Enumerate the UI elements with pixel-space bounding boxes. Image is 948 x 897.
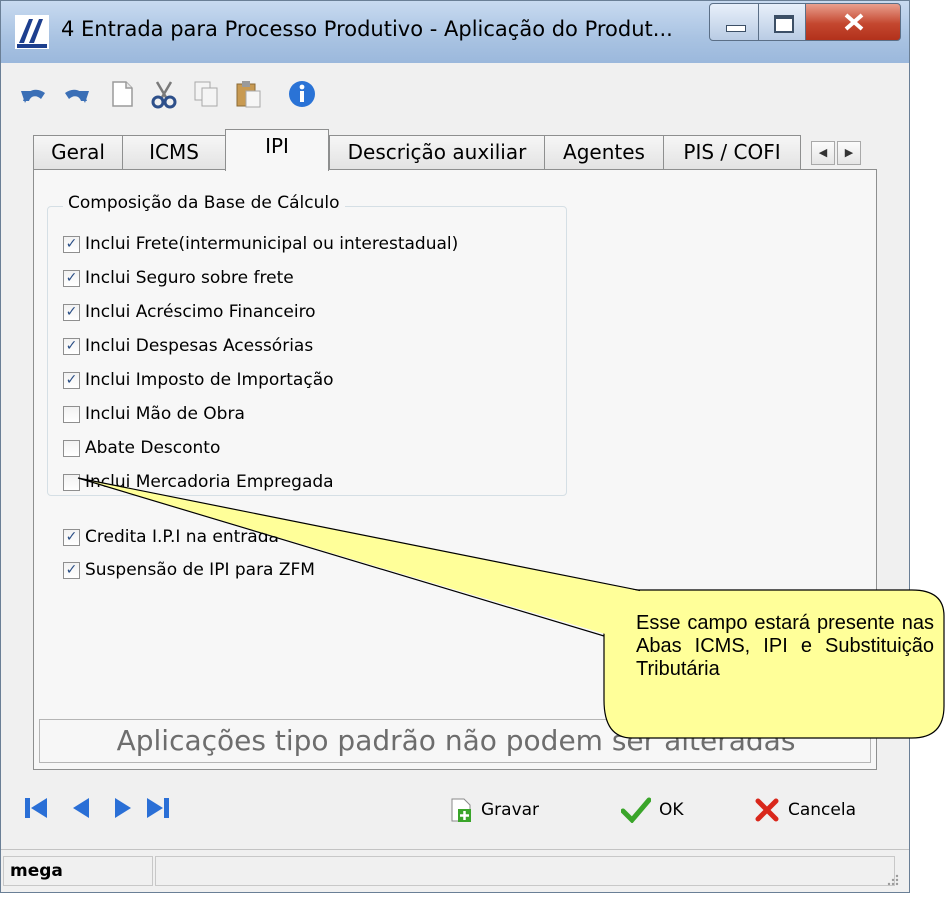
tab-scroll-right-button[interactable]: ▶ (837, 141, 861, 165)
maximize-icon (774, 15, 794, 33)
ok-button[interactable]: OK (621, 795, 684, 825)
checkbox-label: Credita I.P.I na entrada (85, 527, 279, 547)
save-button-label: Gravar (481, 800, 540, 820)
tab-ipi[interactable]: IPI (225, 129, 329, 171)
checkbox-checked-icon[interactable]: ✓ (63, 269, 80, 287)
tab-pis-cofins[interactable]: PIS / COFI (663, 135, 801, 169)
status-bar: mega (1, 849, 909, 892)
checkbox-checked-icon[interactable]: ✓ (63, 303, 80, 321)
composicao-checkbox-6[interactable]: Abate Desconto (63, 436, 220, 460)
ipi-option-checkbox-0[interactable]: ✓ Credita I.P.I na entrada (63, 525, 279, 549)
checkbox-label: Inclui Mercadoria Empregada (85, 472, 334, 492)
composicao-checkbox-4[interactable]: ✓ Inclui Imposto de Importação (63, 368, 334, 392)
undo-icon[interactable] (19, 79, 49, 109)
composicao-checkbox-0[interactable]: ✓ Inclui Frete(intermunicipal ou interest… (63, 232, 458, 256)
info-icon[interactable] (287, 79, 317, 109)
checkbox-checked-icon[interactable]: ✓ (63, 371, 80, 389)
ipi-option-checkbox-1[interactable]: ✓ Suspensão de IPI para ZFM (63, 558, 315, 582)
close-icon (844, 13, 864, 31)
checkbox-label: Suspensão de IPI para ZFM (85, 560, 315, 580)
ok-button-label: OK (659, 800, 684, 820)
minimize-button[interactable] (709, 3, 759, 41)
group-title: Composição da Base de Cálculo (63, 193, 345, 213)
app-logo-icon (15, 15, 49, 49)
tab-geral[interactable]: Geral (33, 135, 123, 169)
checkbox-label: Abate Desconto (85, 438, 221, 458)
checkbox-checked-icon[interactable]: ✓ (63, 561, 80, 579)
status-message: Aplicações tipo padrão não podem ser alt… (116, 724, 796, 757)
composicao-checkbox-7[interactable]: Inclui Mercadoria Empregada (63, 470, 334, 494)
redo-icon[interactable] (61, 79, 91, 109)
next-record-icon[interactable] (109, 795, 135, 821)
paste-icon[interactable] (233, 79, 263, 109)
checkbox-label: Inclui Imposto de Importação (85, 370, 334, 390)
previous-record-icon[interactable] (69, 795, 95, 821)
status-message-box: Aplicações tipo padrão não podem ser alt… (39, 719, 871, 763)
checkbox-label: Inclui Acréscimo Financeiro (85, 302, 316, 322)
checkbox-checked-icon[interactable]: ✓ (63, 235, 80, 253)
cut-icon[interactable] (149, 79, 179, 109)
minimize-icon (726, 25, 746, 32)
checkbox-label: Inclui Mão de Obra (85, 404, 245, 424)
navigation-bar: Gravar OK Cancela (1, 777, 909, 841)
tab-strip: Geral ICMS IPI Descrição auxiliar Agente… (33, 129, 873, 171)
composicao-checkbox-5[interactable]: Inclui Mão de Obra (63, 402, 245, 426)
checkbox-label: Inclui Despesas Acessórias (85, 336, 314, 356)
maximize-button[interactable] (758, 3, 806, 41)
tab-descricao-auxiliar[interactable]: Descrição auxiliar (329, 135, 545, 169)
first-record-icon[interactable] (23, 795, 49, 821)
checkbox-label: Inclui Seguro sobre frete (85, 268, 294, 288)
callout-text: Esse campo estará presente nas Abas ICMS… (636, 612, 934, 680)
save-button[interactable]: Gravar (449, 795, 539, 825)
composicao-checkbox-3[interactable]: ✓ Inclui Despesas Acessórias (63, 334, 313, 358)
cancel-button[interactable]: Cancela (754, 795, 856, 825)
title-bar[interactable]: 4 Entrada para Processo Produtivo - Apli… (1, 1, 909, 63)
close-button[interactable] (805, 3, 901, 41)
tab-agentes[interactable]: Agentes (544, 135, 664, 169)
checkbox-unchecked-icon[interactable] (63, 439, 80, 457)
tab-icms[interactable]: ICMS (122, 135, 226, 169)
checkbox-checked-icon[interactable]: ✓ (63, 528, 80, 546)
statusbar-panel (155, 856, 895, 886)
window-title: 4 Entrada para Processo Produtivo - Apli… (61, 17, 673, 41)
last-record-icon[interactable] (145, 795, 171, 821)
composicao-checkbox-1[interactable]: ✓ Inclui Seguro sobre frete (63, 266, 294, 290)
checkbox-checked-icon[interactable]: ✓ (63, 337, 80, 355)
chevron-left-icon: ◀ (818, 146, 828, 159)
checkbox-unchecked-icon[interactable] (63, 473, 80, 491)
statusbar-user: mega (3, 856, 153, 886)
chevron-right-icon: ▶ (844, 146, 854, 159)
cancel-x-icon (755, 798, 779, 822)
tab-scroll-left-button[interactable]: ◀ (811, 141, 835, 165)
cancel-button-label: Cancela (788, 800, 857, 820)
checkmark-icon (621, 797, 651, 823)
composicao-checkbox-2[interactable]: ✓ Inclui Acréscimo Financeiro (63, 300, 316, 324)
new-document-icon[interactable] (107, 79, 137, 109)
save-document-icon (451, 798, 471, 822)
application-window: 4 Entrada para Processo Produtivo - Apli… (0, 0, 910, 893)
checkbox-unchecked-icon[interactable] (63, 405, 80, 423)
copy-icon[interactable] (191, 79, 221, 109)
toolbar (1, 65, 909, 123)
resize-grip-icon[interactable] (885, 872, 899, 886)
checkbox-label: Inclui Frete(intermunicipal ou interesta… (85, 234, 459, 254)
